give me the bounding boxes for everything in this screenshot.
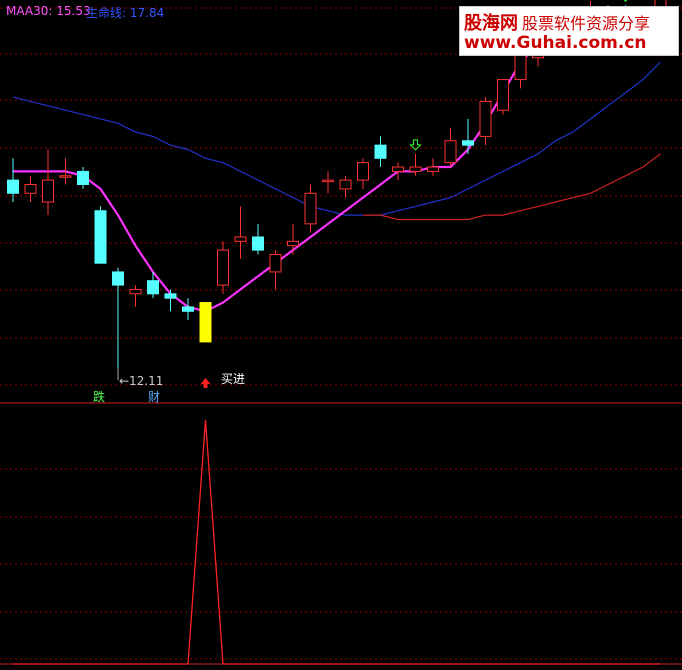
watermark-url: www.Guhai.com.cn — [464, 33, 647, 53]
candle — [304, 192, 317, 225]
watermark-logo: 股海网 股票软件资源分享 www.Guhai.com.cn — [459, 6, 679, 56]
watermark-brand: 股海网 — [464, 13, 518, 34]
tag-right: 财 — [148, 390, 161, 404]
life-line — [12, 61, 661, 216]
watermark-tagline: 股票软件资源分享 — [522, 14, 651, 33]
candle — [497, 79, 509, 111]
candle — [357, 162, 369, 181]
signal-panel — [13, 419, 661, 665]
candle — [42, 179, 54, 203]
indicator-lines — [12, 21, 661, 313]
candlestick-chart — [0, 0, 682, 665]
buy-arrow-icon — [200, 378, 211, 388]
ma30-readout: MAA30: 15.53 — [6, 4, 91, 18]
tag-left: 跌 — [93, 390, 106, 404]
candle — [59, 175, 72, 178]
candle — [444, 140, 457, 164]
candle — [94, 210, 107, 264]
candle — [427, 166, 439, 172]
candle — [252, 236, 264, 251]
signal-markers — [117, 0, 628, 388]
candle — [7, 179, 19, 194]
candle — [24, 184, 37, 194]
candle — [479, 100, 492, 137]
candle — [77, 170, 89, 186]
candle — [234, 236, 247, 242]
signal-line — [13, 419, 661, 665]
candle — [392, 166, 404, 172]
candle — [322, 179, 334, 183]
long-ma-line — [363, 153, 661, 221]
candle — [339, 179, 352, 190]
down-arrow-icon — [623, 0, 628, 2]
candle — [462, 140, 474, 146]
candle — [112, 271, 124, 286]
candle — [217, 249, 229, 286]
buy-candle — [199, 302, 212, 343]
candle — [182, 306, 194, 312]
low-price-label: ←12.11 — [119, 374, 164, 388]
candle — [269, 253, 282, 273]
watermark-title: 股海网 股票软件资源分享 — [464, 9, 650, 35]
candle — [164, 293, 177, 299]
candle — [147, 280, 159, 295]
candle — [287, 240, 299, 247]
grid-lines — [0, 7, 682, 665]
candle — [129, 288, 142, 295]
candle — [409, 166, 422, 172]
ma30-line — [13, 21, 661, 313]
life-line-readout: 生命线: 17.84 — [86, 6, 165, 20]
candle — [374, 144, 387, 159]
stock-chart-window: MAA30: 15.53 生命线: 17.84 ←12.11 买进 跌 财 股海… — [0, 0, 682, 670]
buy-signal-label: 买进 — [221, 372, 246, 386]
